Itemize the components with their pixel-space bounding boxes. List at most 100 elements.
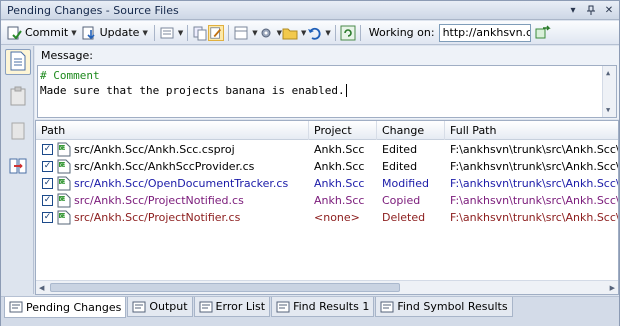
pending-changes-icon bbox=[9, 300, 23, 314]
switch-icon[interactable] bbox=[535, 25, 551, 41]
folder-icon[interactable] bbox=[282, 25, 298, 41]
pending-changes-list: Path Project Change Full Path ✓ c# src/Ank… bbox=[35, 120, 619, 295]
chevron-down-icon[interactable]: ▼ bbox=[71, 29, 76, 37]
scrollbar-thumb[interactable] bbox=[50, 283, 400, 292]
toolbar-separator bbox=[228, 24, 230, 41]
cell-path: src/Ankh.Scc/OpenDocumentTracker.cs bbox=[74, 177, 289, 190]
table-row[interactable]: ✓ c# src/Ankh.Scc/Ankh.Scc.csproj Ankh.Scc E… bbox=[36, 141, 618, 158]
table-row[interactable]: ✓ c# src/Ankh.Scc/ProjectNotified.cs Ankh.S… bbox=[36, 192, 618, 209]
copy-icon[interactable] bbox=[192, 25, 208, 41]
scroll-right-icon[interactable]: ▶ bbox=[610, 284, 615, 292]
chevron-down-icon[interactable]: ▼ bbox=[178, 29, 183, 37]
cell-change: Edited bbox=[382, 160, 418, 173]
svg-text:c#: c# bbox=[60, 146, 67, 152]
pending-changes-sidebar bbox=[1, 46, 34, 294]
message-comment-line: # Comment bbox=[40, 69, 100, 82]
cell-full-path: F:\ankhsvn\trunk\src\Ankh.Scc\P bbox=[450, 211, 618, 224]
cell-project: Ankh.Scc bbox=[314, 194, 365, 207]
svg-text:c#: c# bbox=[60, 180, 67, 186]
output-icon bbox=[132, 300, 146, 314]
row-checkbox[interactable]: ✓ bbox=[42, 212, 53, 223]
row-checkbox[interactable]: ✓ bbox=[42, 178, 53, 189]
chevron-down-icon[interactable]: ▼ bbox=[142, 29, 147, 37]
file-icon: c# bbox=[57, 193, 71, 208]
find-results-icon bbox=[276, 300, 290, 314]
conflicts-button[interactable] bbox=[5, 154, 31, 180]
file-icon: c# bbox=[57, 176, 71, 191]
commit-icon bbox=[6, 25, 22, 41]
commit-button[interactable]: Commit ▼ bbox=[4, 23, 79, 43]
edit-message-icon[interactable] bbox=[208, 24, 225, 41]
tab-label: Output bbox=[149, 300, 188, 313]
error-list-icon bbox=[199, 300, 213, 314]
title-bar: Pending Changes - Source Files ▾ ✕ bbox=[1, 1, 619, 20]
toolbar-separator bbox=[359, 24, 361, 41]
toolbar-separator bbox=[187, 24, 189, 41]
close-icon[interactable]: ✕ bbox=[601, 2, 617, 18]
message-panel: Message: # Comment Made sure that the pr… bbox=[35, 46, 619, 119]
file-icon: c# bbox=[57, 142, 71, 157]
tab-find-symbol-results[interactable]: Find Symbol Results bbox=[375, 297, 513, 317]
message-label: Message: bbox=[41, 49, 93, 62]
cell-change: Deleted bbox=[382, 211, 426, 224]
list-header: Path Project Change Full Path bbox=[36, 121, 618, 140]
row-checkbox[interactable]: ✓ bbox=[42, 161, 53, 172]
cell-full-path: F:\ankhsvn\trunk\src\Ankh.Scc\A bbox=[450, 160, 618, 173]
scroll-down-icon[interactable]: ▼ bbox=[606, 106, 610, 114]
source-files-icon bbox=[9, 51, 27, 74]
scroll-up-icon[interactable]: ▲ bbox=[606, 69, 610, 77]
file-icon: c# bbox=[57, 210, 71, 225]
column-header-path[interactable]: Path bbox=[36, 121, 309, 140]
settings-icon[interactable] bbox=[258, 25, 274, 41]
table-row[interactable]: ✓ c# src/Ankh.Scc/ProjectNotifier.cs <none>… bbox=[36, 209, 618, 226]
tab-error-list[interactable]: Error List bbox=[193, 297, 271, 317]
update-label: Update bbox=[99, 26, 140, 39]
message-scrollbar[interactable]: ▲ ▼ bbox=[602, 66, 616, 117]
refresh-icon[interactable] bbox=[340, 25, 356, 41]
scroll-left-icon[interactable]: ◀ bbox=[39, 284, 44, 292]
cell-project: <none> bbox=[314, 211, 360, 224]
cell-full-path: F:\ankhsvn\trunk\src\Ankh.Scc\P bbox=[450, 194, 618, 207]
toolbar: Commit ▼ Update ▼ ▼ ▼ ▼ ▼ ▼ Working on: … bbox=[1, 21, 619, 45]
tab-find-results-1[interactable]: Find Results 1 bbox=[271, 297, 375, 317]
update-button[interactable]: Update ▼ bbox=[79, 23, 150, 43]
cell-path: src/Ankh.Scc/ProjectNotified.cs bbox=[74, 194, 244, 207]
message-input[interactable]: # Comment Made sure that the projects ba… bbox=[37, 65, 617, 118]
chevron-down-icon[interactable]: ▼ bbox=[325, 29, 330, 37]
table-row[interactable]: ✓ c# src/Ankh.Scc/OpenDocumentTracker.cs An… bbox=[36, 175, 618, 192]
group-view-icon[interactable] bbox=[233, 25, 249, 41]
cell-full-path: F:\ankhsvn\trunk\src\Ankh.Scc\O bbox=[450, 177, 618, 190]
svg-text:c#: c# bbox=[60, 214, 67, 220]
svg-text:c#: c# bbox=[60, 163, 67, 169]
column-header-full-path[interactable]: Full Path bbox=[445, 121, 618, 140]
update-icon bbox=[81, 25, 97, 41]
undo-icon[interactable] bbox=[306, 25, 322, 41]
pin-icon[interactable] bbox=[583, 2, 599, 18]
list-view-icon[interactable] bbox=[159, 25, 175, 41]
commit-label: Commit bbox=[25, 26, 69, 39]
column-header-project[interactable]: Project bbox=[309, 121, 377, 140]
table-row[interactable]: ✓ c# src/Ankh.Scc/AnkhSccProvider.cs Ankh.S… bbox=[36, 158, 618, 175]
row-checkbox[interactable]: ✓ bbox=[42, 144, 53, 155]
find-symbol-icon bbox=[380, 300, 394, 314]
bottom-tab-strip: Pending Changes Output Error List Find Resu… bbox=[1, 296, 619, 326]
cell-project: Ankh.Scc bbox=[314, 160, 365, 173]
column-header-change[interactable]: Change bbox=[377, 121, 445, 140]
row-checkbox[interactable]: ✓ bbox=[42, 195, 53, 206]
tab-pending-changes[interactable]: Pending Changes bbox=[4, 297, 127, 318]
dropdown-arrow-icon[interactable]: ▾ bbox=[565, 2, 581, 18]
cell-change: Edited bbox=[382, 143, 418, 156]
notes-button[interactable] bbox=[5, 119, 31, 145]
working-on-combo[interactable]: http://ankhsvn.c bbox=[438, 23, 531, 42]
tab-output[interactable]: Output bbox=[127, 297, 193, 317]
file-icon: c# bbox=[57, 159, 71, 174]
cell-change: Modified bbox=[382, 177, 429, 190]
cell-path: src/Ankh.Scc/ProjectNotifier.cs bbox=[74, 211, 241, 224]
work-items-button[interactable] bbox=[5, 84, 31, 110]
tab-label: Find Results 1 bbox=[293, 300, 370, 313]
horizontal-scrollbar[interactable]: ◀ ▶ bbox=[36, 280, 618, 294]
cell-project: Ankh.Scc bbox=[314, 143, 365, 156]
source-files-button[interactable] bbox=[5, 49, 31, 75]
message-text-line: Made sure that the projects banana is en… bbox=[40, 84, 347, 97]
tab-label: Find Symbol Results bbox=[397, 300, 508, 313]
